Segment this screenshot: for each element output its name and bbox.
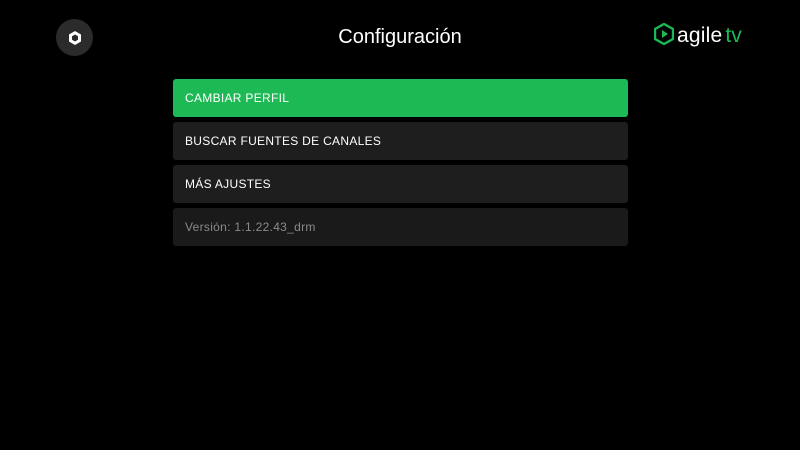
brand-logo: agile tv: [653, 22, 742, 50]
settings-menu: CAMBIAR PERFIL BUSCAR FUENTES DE CANALES…: [173, 79, 628, 251]
menu-item-more-settings[interactable]: MÁS AJUSTES: [173, 165, 628, 203]
menu-item-label: MÁS AJUSTES: [185, 177, 271, 191]
menu-item-label: CAMBIAR PERFIL: [185, 91, 290, 105]
brand-suffix: tv: [725, 24, 742, 47]
menu-item-label: BUSCAR FUENTES DE CANALES: [185, 134, 382, 148]
version-text: Versión: 1.1.22.43_drm: [185, 220, 316, 234]
menu-item-change-profile[interactable]: CAMBIAR PERFIL: [173, 79, 628, 117]
menu-item-search-channel-sources[interactable]: BUSCAR FUENTES DE CANALES: [173, 122, 628, 160]
brand-word: agile: [677, 24, 723, 47]
play-hexagon-icon: [653, 22, 675, 50]
version-info: Versión: 1.1.22.43_drm: [173, 208, 628, 246]
